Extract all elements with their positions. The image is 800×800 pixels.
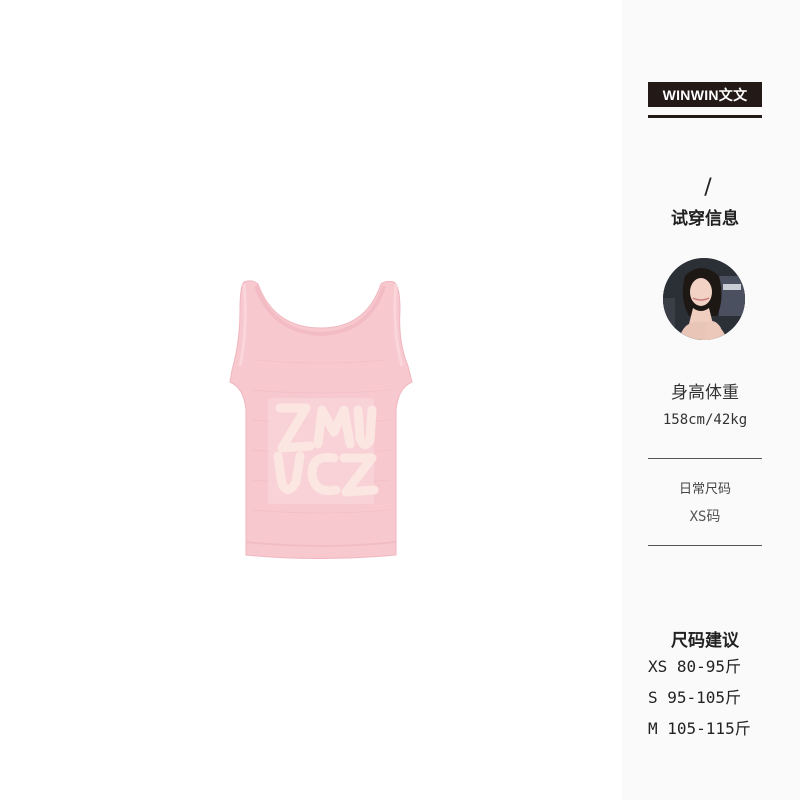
tryon-info-title: 试穿信息	[671, 209, 739, 229]
size-recommendation-title: 尺码建议	[671, 631, 739, 651]
model-avatar	[663, 258, 745, 340]
size-recommendation-item: S 95-105斤	[648, 688, 742, 707]
divider	[648, 545, 762, 546]
product-image-area	[0, 0, 622, 800]
height-weight-value: 158cm/42kg	[662, 412, 748, 428]
slash-divider: /	[704, 175, 712, 200]
pink-tank-top-image	[226, 270, 416, 570]
divider	[648, 458, 762, 459]
usual-size-value: XS码	[689, 509, 721, 525]
brand-badge: WINWIN文文	[648, 82, 762, 107]
size-recommendation-item: M 105-115斤	[648, 719, 751, 738]
usual-size-label: 日常尺码	[678, 482, 731, 497]
height-weight-label: 身高体重	[671, 383, 739, 403]
brand-underline	[648, 115, 762, 118]
size-recommendation-item: XS 80-95斤	[648, 657, 742, 676]
size-recommendation-list: XS 80-95斤 S 95-105斤 M 105-115斤	[648, 656, 798, 749]
